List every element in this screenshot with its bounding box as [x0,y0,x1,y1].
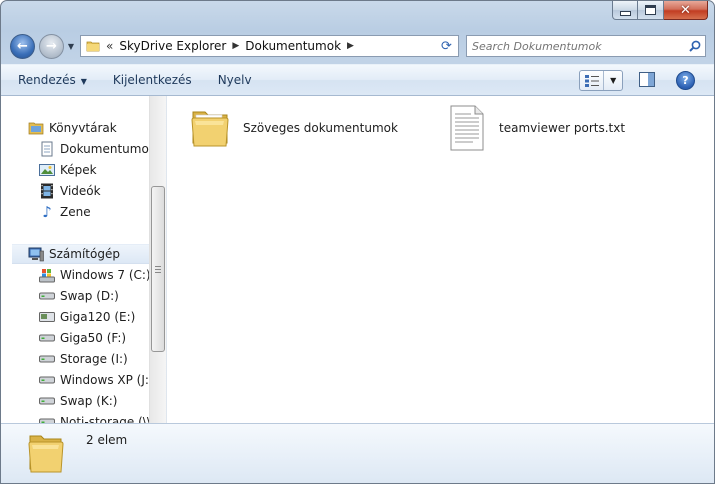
sidebar-item-label: Windows 7 (C:) [60,268,149,282]
close-button[interactable]: ✕ [664,1,708,20]
sidebar-item-drive-i[interactable]: Storage (I:) [39,349,128,369]
sidebar-item-label: Storage (I:) [60,352,128,366]
drive-icon [39,288,55,304]
details-view-icon [580,74,603,87]
pictures-icon [39,162,55,178]
organize-menu[interactable]: Rendezés ▼ [1,73,100,87]
preview-pane-icon [639,72,655,87]
libraries-icon [28,120,44,136]
file-item-text[interactable]: teamviewer ports.txt [443,104,625,152]
folder-icon [28,435,64,473]
drive-icon [39,330,55,346]
file-name: Szöveges dokumentumok [243,121,398,135]
chevron-down-icon: ▼ [610,76,617,85]
sidebar-item-kepek[interactable]: Képek [39,160,97,180]
sidebar-item-label: Dokumentumok [60,142,149,156]
navigation-pane-scrollbar[interactable] [149,96,166,423]
breadcrumb-separator[interactable]: ▶ [347,41,354,51]
folder-icon [86,41,100,52]
drive-icon [39,309,55,325]
sidebar-item-drive-e[interactable]: Giga120 (E:) [39,307,135,327]
breadcrumb-skydrive-explorer[interactable]: SkyDrive Explorer [119,39,226,53]
back-button[interactable]: ← [10,34,35,59]
network-drive-icon [39,414,55,423]
language-button[interactable]: Nyelv [205,73,265,87]
refresh-button[interactable]: ⟳ [435,35,459,57]
navigation-pane: Könyvtárak Dokumentumok Képek Videók ♪ Z… [1,96,149,423]
sidebar-item-label: Videók [60,184,101,198]
sidebar-item-label: Számítógép [49,247,120,261]
change-view-button[interactable]: ▼ [579,70,623,91]
scrollbar-thumb[interactable] [151,186,165,352]
back-arrow-icon: ← [17,39,28,54]
chevron-down-icon: ▼ [80,77,87,86]
documents-icon [39,141,55,157]
search-input[interactable] [467,36,685,56]
explorer-window: ✕ ← → ▼ « SkyDrive Explorer ▶ Dokumentum… [0,0,715,484]
caption-buttons: ✕ [612,1,708,20]
search-box[interactable] [466,35,706,57]
drive-icon [39,351,55,367]
help-icon: ? [682,74,689,87]
sidebar-item-drive-f[interactable]: Giga50 (F:) [39,328,126,348]
close-icon: ✕ [680,2,691,18]
sidebar-item-computer[interactable]: Számítógép [12,244,149,264]
chevron-down-icon: ▼ [67,42,75,51]
sidebar-item-label: Noti-storage (\\I [60,415,149,423]
computer-icon [28,246,44,262]
sidebar-item-label: Windows XP (J:) [60,373,149,387]
sidebar-item-zene[interactable]: ♪ Zene [39,202,91,222]
minimize-button[interactable] [612,1,638,20]
forward-button[interactable]: → [39,34,64,59]
maximize-icon [645,5,656,15]
sidebar-item-drive-j[interactable]: Windows XP (J:) [39,370,149,390]
organize-label: Rendezés [18,73,76,87]
file-list[interactable]: Szöveges dokumentumok teamviewer ports.t… [166,96,714,423]
sidebar-item-drive-k[interactable]: Swap (K:) [39,391,118,411]
search-icon[interactable] [685,40,705,52]
sidebar-item-dokumentumok[interactable]: Dokumentumok [39,139,149,159]
breadcrumb-overflow[interactable]: « [106,39,113,53]
sidebar-item-label: Swap (K:) [60,394,118,408]
logout-button[interactable]: Kijelentkezés [100,73,205,87]
logout-label: Kijelentkezés [112,73,192,87]
navigation-buttons: ← → ▼ [10,34,75,59]
help-button[interactable]: ? [676,71,695,90]
text-file-icon [450,105,484,151]
sidebar-item-drive-c[interactable]: Windows 7 (C:) [39,265,149,285]
minimize-icon [619,10,631,16]
language-label: Nyelv [217,73,252,87]
file-item-folder[interactable]: Szöveges dokumentumok [187,104,398,152]
breadcrumb-dokumentumok[interactable]: Dokumentumok [245,39,341,53]
sidebar-item-label: Könyvtárak [49,121,117,135]
recent-pages-dropdown[interactable]: ▼ [67,39,75,55]
grip-icon [155,265,161,273]
music-icon: ♪ [42,203,52,221]
details-pane: 2 elem [1,423,714,483]
file-name: teamviewer ports.txt [499,121,626,135]
address-bar[interactable]: « SkyDrive Explorer ▶ Dokumentumok ▶ ▼ [80,35,458,57]
refresh-icon: ⟳ [441,38,452,54]
sidebar-item-label: Zene [60,205,91,219]
sidebar-item-network-drive[interactable]: Noti-storage (\\I [39,412,149,423]
forward-arrow-icon: → [46,39,57,54]
drive-icon [39,393,55,409]
maximize-button[interactable] [638,1,664,20]
sidebar-item-label: Giga50 (F:) [60,331,127,345]
sidebar-item-label: Giga120 (E:) [60,310,136,324]
sidebar-item-drive-d[interactable]: Swap (D:) [39,286,119,306]
sidebar-item-label: Képek [60,163,97,177]
sidebar-item-label: Swap (D:) [60,289,119,303]
folder-icon [191,111,229,147]
preview-pane-button[interactable] [639,72,655,90]
breadcrumb-separator[interactable]: ▶ [232,41,239,51]
view-options-dropdown[interactable]: ▼ [603,71,622,90]
sidebar-item-videok[interactable]: Videók [39,181,101,201]
sidebar-item-libraries[interactable]: Könyvtárak [28,118,117,138]
videos-icon [39,183,55,199]
system-drive-icon [39,267,55,283]
item-count: 2 elem [86,433,128,447]
command-bar: Rendezés ▼ Kijelentkezés Nyelv ▼ ? [1,64,714,96]
drive-icon [39,372,55,388]
